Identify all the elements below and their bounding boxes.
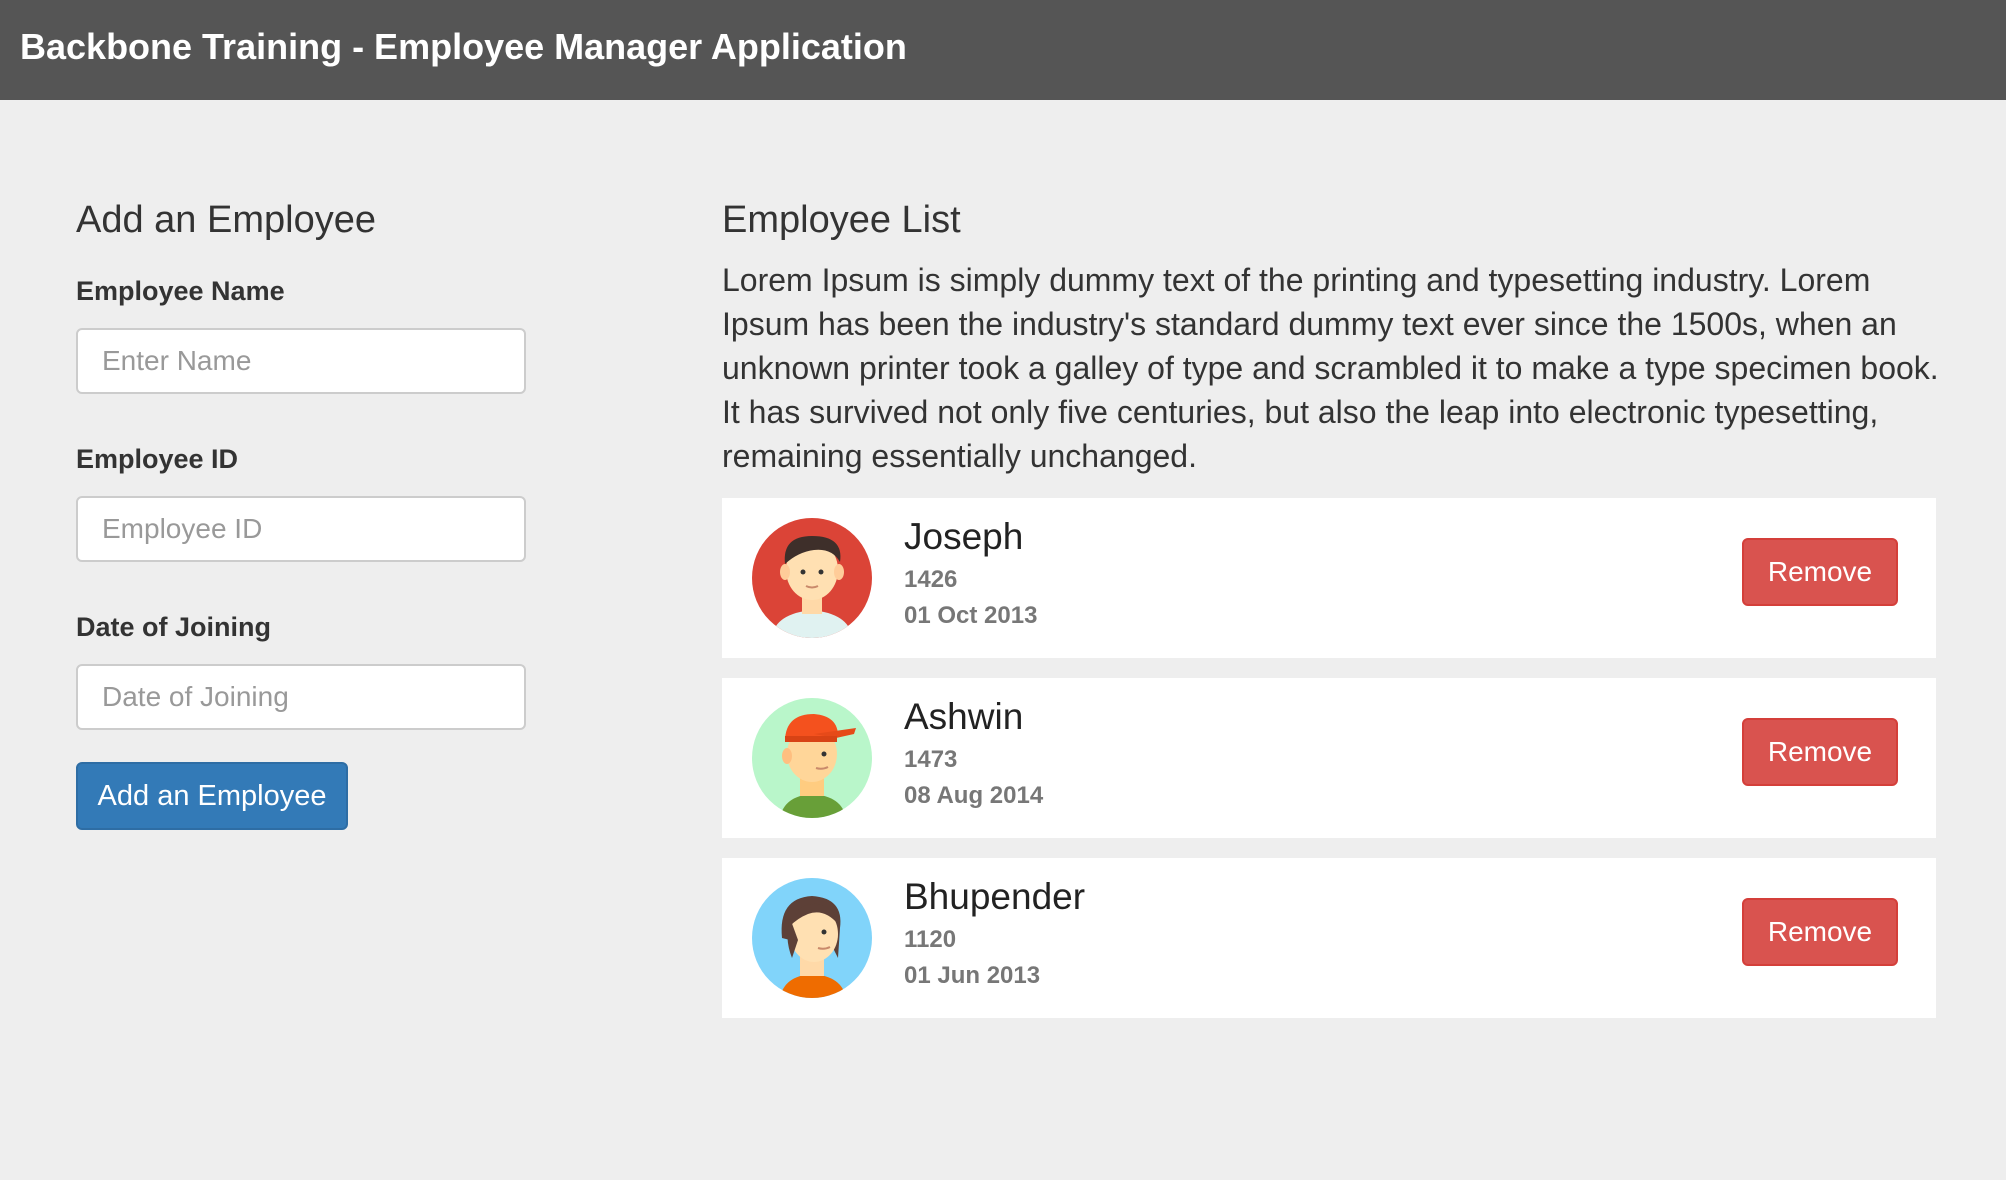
man-avatar-icon xyxy=(752,518,872,638)
remove-button[interactable]: Remove xyxy=(1742,538,1898,606)
employee-join-date: 01 Jun 2013 xyxy=(904,962,1041,989)
employee-join-date: 08 Aug 2014 xyxy=(904,782,1044,809)
employee-name: Joseph xyxy=(904,516,1024,557)
add-employee-button[interactable]: Add an Employee xyxy=(76,762,348,830)
app-title: Backbone Training - Employee Manager App… xyxy=(20,26,907,67)
employee-card: Bhupender 1120 01 Jun 2013 Remove xyxy=(722,858,1936,1018)
employee-list-heading: Employee List xyxy=(722,199,961,241)
employee-id: 1120 xyxy=(904,926,957,953)
employee-id-input[interactable] xyxy=(76,496,526,562)
woman-avatar-icon xyxy=(752,878,872,998)
employee-list-section: Employee List Lorem Ipsum is simply dumm… xyxy=(722,196,1939,1018)
employee-name: Bhupender xyxy=(904,876,1086,917)
add-employee-heading: Add an Employee xyxy=(76,199,376,241)
employee-card: Joseph 1426 01 Oct 2013 Remove xyxy=(722,498,1936,658)
date-of-joining-label: Date of Joining xyxy=(76,612,271,642)
remove-button[interactable]: Remove xyxy=(1742,718,1898,786)
employee-list-description: Lorem Ipsum is simply dummy text of the … xyxy=(722,262,1939,474)
employee-name-input[interactable] xyxy=(76,328,526,394)
remove-button[interactable]: Remove xyxy=(1742,898,1898,966)
man-with-cap-avatar-icon xyxy=(752,698,872,818)
employee-name-label: Employee Name xyxy=(76,276,285,306)
employee-id-label: Employee ID xyxy=(76,444,239,474)
employee-id: 1473 xyxy=(904,746,958,773)
add-employee-form: Add an Employee Employee Name Employee I… xyxy=(76,196,596,830)
employee-join-date: 01 Oct 2013 xyxy=(904,602,1038,629)
employee-id: 1426 xyxy=(904,566,958,593)
employee-name: Ashwin xyxy=(904,696,1024,737)
employee-card: Ashwin 1473 08 Aug 2014 Remove xyxy=(722,678,1936,838)
top-navbar: Backbone Training - Employee Manager App… xyxy=(0,0,2006,100)
date-of-joining-input[interactable] xyxy=(76,664,526,730)
